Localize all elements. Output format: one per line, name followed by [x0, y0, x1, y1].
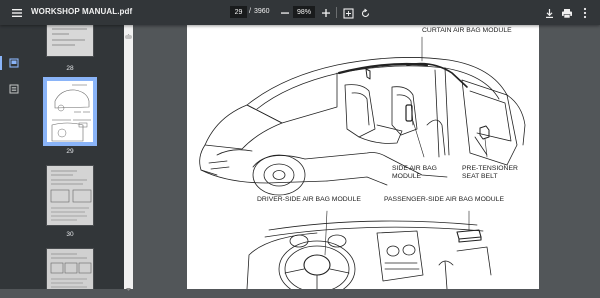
label-pretensioner-line1: PRE-TENSIONER — [462, 165, 518, 172]
thumbnail-label: 29 — [66, 148, 74, 155]
label-pretensioner-line2: SEAT BELT — [462, 173, 498, 180]
scroll-down-icon[interactable] — [125, 280, 132, 291]
thumbnail-page-29[interactable] — [43, 77, 97, 146]
thumbnails-icon[interactable] — [5, 54, 23, 72]
thumbnail-label: 28 — [66, 65, 74, 72]
page-total: 3960 — [254, 8, 270, 15]
airbag-illustration — [199, 36, 526, 289]
print-icon[interactable] — [558, 4, 576, 22]
more-vert-icon[interactable] — [576, 4, 594, 22]
fit-page-icon[interactable] — [339, 4, 357, 22]
thumbnail-sidebar: 28 29 30 — [28, 25, 124, 289]
page-number-input[interactable]: 29 — [230, 6, 247, 18]
pdf-page: CURTAIN AIR BAG MODULE SIDE AIR BAG MODU… — [187, 25, 539, 289]
pdf-toolbar: WORKSHOP MANUAL.pdf 29 / 3960 98% — [0, 0, 600, 25]
label-passenger-air-bag: PASSENGER-SIDE AIR BAG MODULE — [384, 196, 504, 203]
sidebar-scrollbar[interactable] — [124, 25, 133, 291]
zoom-in-icon[interactable] — [317, 4, 335, 22]
menu-icon[interactable] — [8, 4, 26, 22]
outline-icon[interactable] — [5, 80, 23, 98]
label-side-air-bag-line1: SIDE AIR BAG — [392, 165, 437, 172]
rotate-icon[interactable] — [356, 4, 374, 22]
active-indicator — [0, 56, 2, 70]
toolbar-divider — [336, 7, 337, 18]
page-separator: / — [249, 8, 251, 15]
thumbnail-label: 30 — [66, 231, 74, 238]
zoom-out-icon[interactable] — [276, 4, 294, 22]
thumbnail-page-30[interactable] — [46, 165, 94, 226]
zoom-level-input[interactable]: 98% — [293, 6, 315, 18]
sidebar-rail — [0, 25, 28, 289]
document-title: WORKSHOP MANUAL.pdf — [31, 7, 133, 16]
scroll-thumb[interactable] — [125, 35, 132, 39]
thumbnail-page-31[interactable] — [46, 248, 94, 289]
label-curtain-air-bag: CURTAIN AIR BAG MODULE — [422, 27, 512, 34]
label-side-air-bag-line2: MODULE — [392, 173, 422, 180]
download-icon[interactable] — [540, 4, 558, 22]
label-driver-air-bag: DRIVER-SIDE AIR BAG MODULE — [257, 196, 361, 203]
scroll-up-icon[interactable] — [125, 26, 132, 37]
document-viewer[interactable]: CURTAIN AIR BAG MODULE SIDE AIR BAG MODU… — [133, 25, 600, 289]
thumbnail-page-28[interactable] — [46, 25, 94, 57]
